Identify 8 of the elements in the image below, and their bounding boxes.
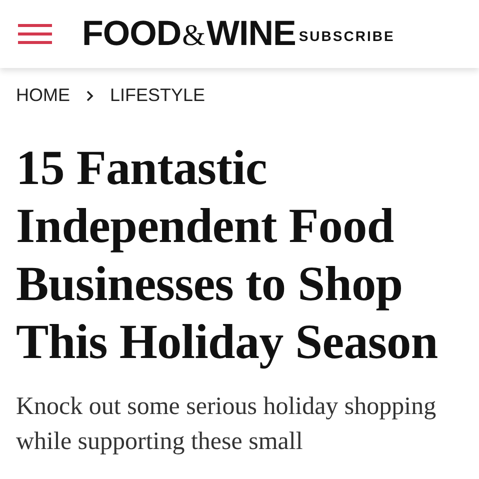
chevron-right-icon bbox=[86, 90, 94, 102]
article-intro: Knock out some serious holiday shopping while supporting these small bbox=[15, 392, 438, 457]
article-title: 15 Fantastic Independent Food Businesses to Shop This Holiday Season bbox=[15, 139, 439, 371]
breadcrumb-link[interactable]: LIFESTYLE bbox=[110, 82, 206, 109]
menu-icon[interactable] bbox=[18, 24, 52, 44]
logo[interactable]: FOOD&WINE bbox=[82, 8, 296, 60]
breadcrumb-link[interactable]: HOME bbox=[16, 82, 70, 109]
subscribe-link[interactable]: SUBSCRIBE bbox=[298, 26, 395, 46]
